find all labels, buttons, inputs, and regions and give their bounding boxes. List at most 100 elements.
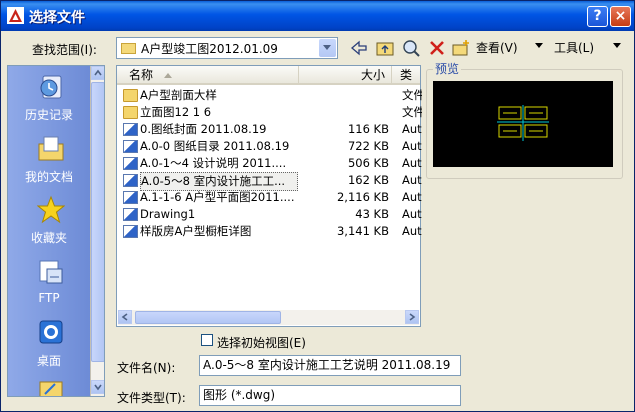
column-header-type[interactable]: 类 — [392, 66, 420, 85]
select-file-dialog: 选择文件 ? × 查找范围(I): A户型竣工图2012.01.09 查看(V)… — [0, 0, 635, 412]
file-name: A.1-1-6 A户型平面图2011.... — [140, 190, 295, 204]
file-type: Aut — [402, 139, 422, 153]
look-in-dropdown[interactable]: A户型竣工图2012.01.09 — [116, 37, 338, 59]
file-row[interactable]: 样版房A户型橱柜详图 3,141 KB Aut — [119, 223, 422, 240]
places-bar: 历史记录 我的文档 收藏夹 FTP 桌面 — [7, 65, 105, 397]
place-my-documents[interactable]: 我的文档 — [8, 130, 90, 190]
horizontal-scrollbar[interactable] — [118, 310, 419, 325]
file-name: 0.图纸封面 2011.08.19 — [140, 122, 267, 136]
back-icon[interactable] — [349, 38, 369, 58]
dwg-file-icon — [123, 123, 138, 136]
place-label: FTP — [38, 291, 60, 305]
column-type-label: 类 — [400, 68, 413, 82]
column-size-label: 大小 — [360, 68, 385, 82]
scroll-thumb[interactable] — [135, 311, 281, 324]
file-size: 3,141 KB — [336, 224, 389, 238]
chevron-down-icon[interactable] — [319, 39, 336, 57]
drawing-preview-image — [433, 81, 613, 167]
scroll-left-button[interactable] — [118, 310, 132, 324]
folder-icon — [123, 89, 138, 102]
folder-icon — [123, 106, 138, 119]
file-size: 43 KB — [355, 207, 389, 221]
file-row-selected[interactable]: A.0-5～8 室内设计施工工... 162 KB Aut — [119, 172, 422, 191]
file-size: 506 KB — [347, 156, 389, 170]
scroll-thumb[interactable] — [91, 82, 104, 362]
file-row[interactable]: 立面图12 1 6 文件 — [119, 104, 422, 121]
scroll-up-button[interactable] — [91, 66, 104, 80]
file-type-label: 文件类型(T): — [117, 391, 186, 405]
tools-menu[interactable]: 工具(L) — [554, 39, 594, 56]
place-label: 收藏夹 — [30, 231, 67, 245]
file-row[interactable]: 0.图纸封面 2011.08.19 116 KB Aut — [119, 121, 422, 138]
place-more[interactable] — [8, 370, 90, 396]
place-favorites[interactable]: 收藏夹 — [8, 191, 90, 251]
file-size: 162 KB — [347, 173, 389, 187]
chevron-left-icon — [121, 313, 128, 321]
file-type: Aut — [402, 190, 422, 204]
chevron-right-icon — [409, 313, 416, 321]
file-name: 样版房A户型橱柜详图 — [140, 224, 252, 238]
file-type: Aut — [402, 207, 422, 221]
file-name: A.0-1～4 设计说明 2011.... — [140, 156, 287, 170]
file-type: Aut — [402, 122, 422, 136]
place-label: 我的文档 — [24, 170, 73, 184]
autocad-logo-icon — [7, 7, 24, 24]
view-dropdown-arrow-icon[interactable] — [533, 39, 545, 51]
file-row[interactable]: A.0-1～4 设计说明 2011.... 506 KB Aut — [119, 155, 422, 172]
file-type: Aut — [402, 173, 422, 187]
place-history[interactable]: 历史记录 — [8, 68, 90, 128]
history-icon — [40, 75, 62, 99]
places-list: 历史记录 我的文档 收藏夹 FTP 桌面 — [8, 66, 90, 396]
places-scrollbar[interactable] — [90, 66, 104, 396]
delete-icon[interactable] — [427, 38, 447, 58]
initial-view-checkbox[interactable] — [201, 334, 213, 346]
file-type: 文件 — [402, 105, 422, 119]
place-label: 桌面 — [36, 354, 61, 368]
file-list[interactable]: 名称 大小 类 A户型剖面大样 文件 立面图12 1 6 文件 0.图纸封面 2… — [116, 65, 422, 327]
scroll-down-button[interactable] — [91, 380, 104, 394]
file-name: A户型剖面大样 — [140, 88, 217, 102]
file-name-field[interactable]: A.0-5～8 室内设计施工工艺说明 2011.08.19 — [199, 355, 461, 376]
new-folder-icon[interactable] — [451, 38, 471, 58]
folder-icon — [121, 43, 136, 54]
file-type: Aut — [402, 156, 422, 170]
dwg-file-icon — [123, 225, 138, 238]
dwg-file-icon — [123, 208, 138, 221]
tools-dropdown-arrow-icon[interactable] — [611, 39, 623, 51]
view-menu[interactable]: 查看(V) — [476, 39, 518, 56]
file-type-dropdown[interactable]: 图形 (*.dwg) — [199, 385, 461, 406]
place-desktop[interactable]: 桌面 — [8, 314, 90, 374]
folder-icon — [39, 381, 63, 396]
chevron-up-icon — [94, 69, 102, 76]
dwg-file-icon — [123, 157, 138, 170]
window-title: 选择文件 — [29, 10, 85, 26]
column-header-name[interactable]: 名称 — [117, 66, 299, 85]
preview-label: 预览 — [433, 60, 462, 77]
dwg-file-icon — [123, 191, 138, 204]
file-row[interactable]: A.1-1-6 A户型平面图2011.... 2,116 KB Aut — [119, 189, 422, 206]
file-row[interactable]: Drawing1 43 KB Aut — [119, 206, 422, 223]
initial-view-label: 选择初始视图(E) — [217, 336, 306, 350]
scroll-right-button[interactable] — [405, 310, 419, 324]
file-type: Aut — [402, 224, 422, 238]
look-in-label: 查找范围(I): — [32, 43, 97, 57]
place-ftp[interactable]: FTP — [8, 253, 90, 313]
file-row[interactable]: A.0-0 图纸目录 2011.08.19 722 KB Aut — [119, 138, 422, 155]
column-header-size[interactable]: 大小 — [299, 66, 392, 85]
search-web-icon[interactable] — [401, 38, 421, 58]
close-button[interactable]: × — [610, 6, 631, 27]
favorites-icon — [37, 195, 65, 224]
file-row[interactable]: A户型剖面大样 文件 — [119, 87, 422, 104]
help-button[interactable]: ? — [587, 6, 608, 27]
column-name-label: 名称 — [129, 68, 154, 82]
file-type: 文件 — [402, 88, 422, 102]
title-bar[interactable]: 选择文件 ? × — [1, 1, 634, 31]
file-size: 2,116 KB — [336, 190, 389, 204]
up-folder-icon[interactable] — [375, 38, 395, 58]
chevron-down-icon — [94, 384, 102, 391]
ftp-icon — [39, 260, 63, 284]
file-name: 立面图12 1 6 — [140, 105, 212, 119]
place-label: 历史记录 — [24, 108, 73, 122]
file-size: 722 KB — [347, 139, 389, 153]
my-documents-icon — [38, 136, 64, 161]
